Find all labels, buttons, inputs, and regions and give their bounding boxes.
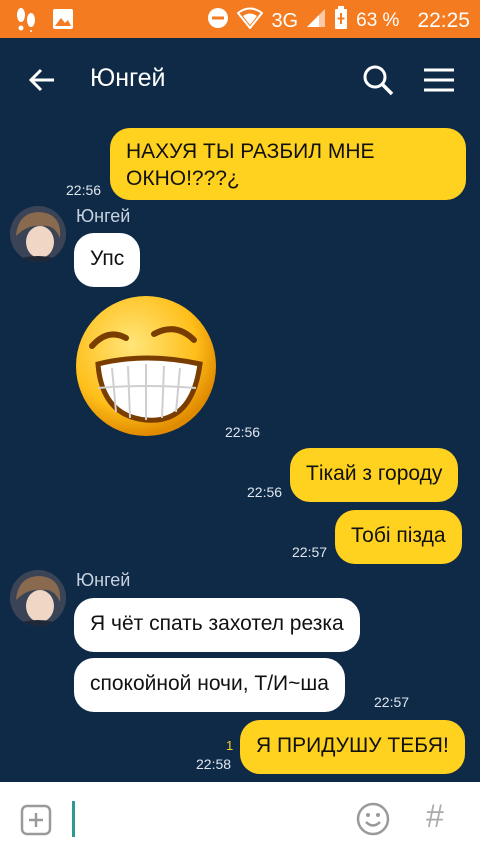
message-text: спокойной ночи, Т/И~ша xyxy=(90,672,329,695)
search-icon xyxy=(363,65,394,96)
emoji-button[interactable] xyxy=(356,802,390,836)
message-time: 22:58 xyxy=(196,756,232,772)
battery-percent: 63 % xyxy=(356,10,400,31)
read-count: 1 xyxy=(226,738,234,753)
outgoing-message[interactable]: НАХУЯ ТЫ РАЗБИЛ МНЕ ОКНО!???¿ xyxy=(110,128,466,200)
message-input[interactable] xyxy=(72,800,342,838)
hashtag-button[interactable]: # xyxy=(426,798,444,835)
message-text: Тобі пізда xyxy=(351,524,446,547)
image-icon xyxy=(52,8,74,35)
incoming-message[interactable]: спокойной ночи, Т/И~ша xyxy=(74,658,345,712)
message-time: 22:57 xyxy=(292,544,328,560)
chat-title[interactable]: Юнгей xyxy=(90,64,166,93)
message-text: НАХУЯ ТЫ РАЗБИЛ МНЕ ОКНО!???¿ xyxy=(126,140,375,191)
do-not-disturb-icon xyxy=(207,7,229,35)
footprints-icon xyxy=(14,6,38,37)
message-time: 22:56 xyxy=(247,484,283,500)
outgoing-message[interactable]: Я ПРИДУШУ ТЕБЯ! xyxy=(240,720,465,774)
message-time: 22:57 xyxy=(374,694,410,710)
menu-button[interactable] xyxy=(418,60,460,100)
text-caret xyxy=(72,801,75,837)
message-time: 22:56 xyxy=(225,424,261,440)
sender-name: Юнгей xyxy=(76,206,131,226)
chat-header: Юнгей xyxy=(0,38,480,122)
avatar[interactable] xyxy=(10,570,66,626)
message-time: 22:56 xyxy=(66,182,102,198)
status-bar: 3G 63 % 22:25 xyxy=(0,0,480,38)
arrow-left-icon xyxy=(28,68,54,92)
message-text: Упс xyxy=(90,247,125,270)
incoming-message[interactable]: Упс xyxy=(74,233,141,287)
message-text: Я ПРИДУШУ ТЕБЯ! xyxy=(256,734,449,757)
signal-icon xyxy=(306,8,326,34)
clock: 22:25 xyxy=(417,9,470,32)
search-button[interactable] xyxy=(358,60,398,100)
outgoing-message[interactable]: Тікай з городу xyxy=(290,448,459,502)
avatar[interactable] xyxy=(10,206,66,262)
battery-icon xyxy=(334,6,348,36)
incoming-message[interactable]: Я чёт спать захотел резка xyxy=(74,598,360,652)
smiley-icon xyxy=(356,802,390,836)
message-text: Я чёт спать захотел резка xyxy=(90,612,344,635)
back-button[interactable] xyxy=(22,60,62,100)
network-type: 3G xyxy=(271,9,299,32)
sender-name: Юнгей xyxy=(76,570,131,590)
hamburger-menu-icon xyxy=(424,68,454,92)
plus-square-icon xyxy=(20,804,52,836)
composer-bar: # xyxy=(0,782,480,854)
outgoing-message[interactable]: Тобі пізда xyxy=(335,510,462,564)
message-text: Тікай з городу xyxy=(306,462,443,485)
attach-button[interactable] xyxy=(20,804,52,836)
laughing-face-sticker[interactable] xyxy=(72,292,220,440)
wifi-icon xyxy=(237,7,264,35)
message-list[interactable]: НАХУЯ ТЫ РАЗБИЛ МНЕ ОКНО!???¿ 22:56 Юнге… xyxy=(0,118,480,782)
